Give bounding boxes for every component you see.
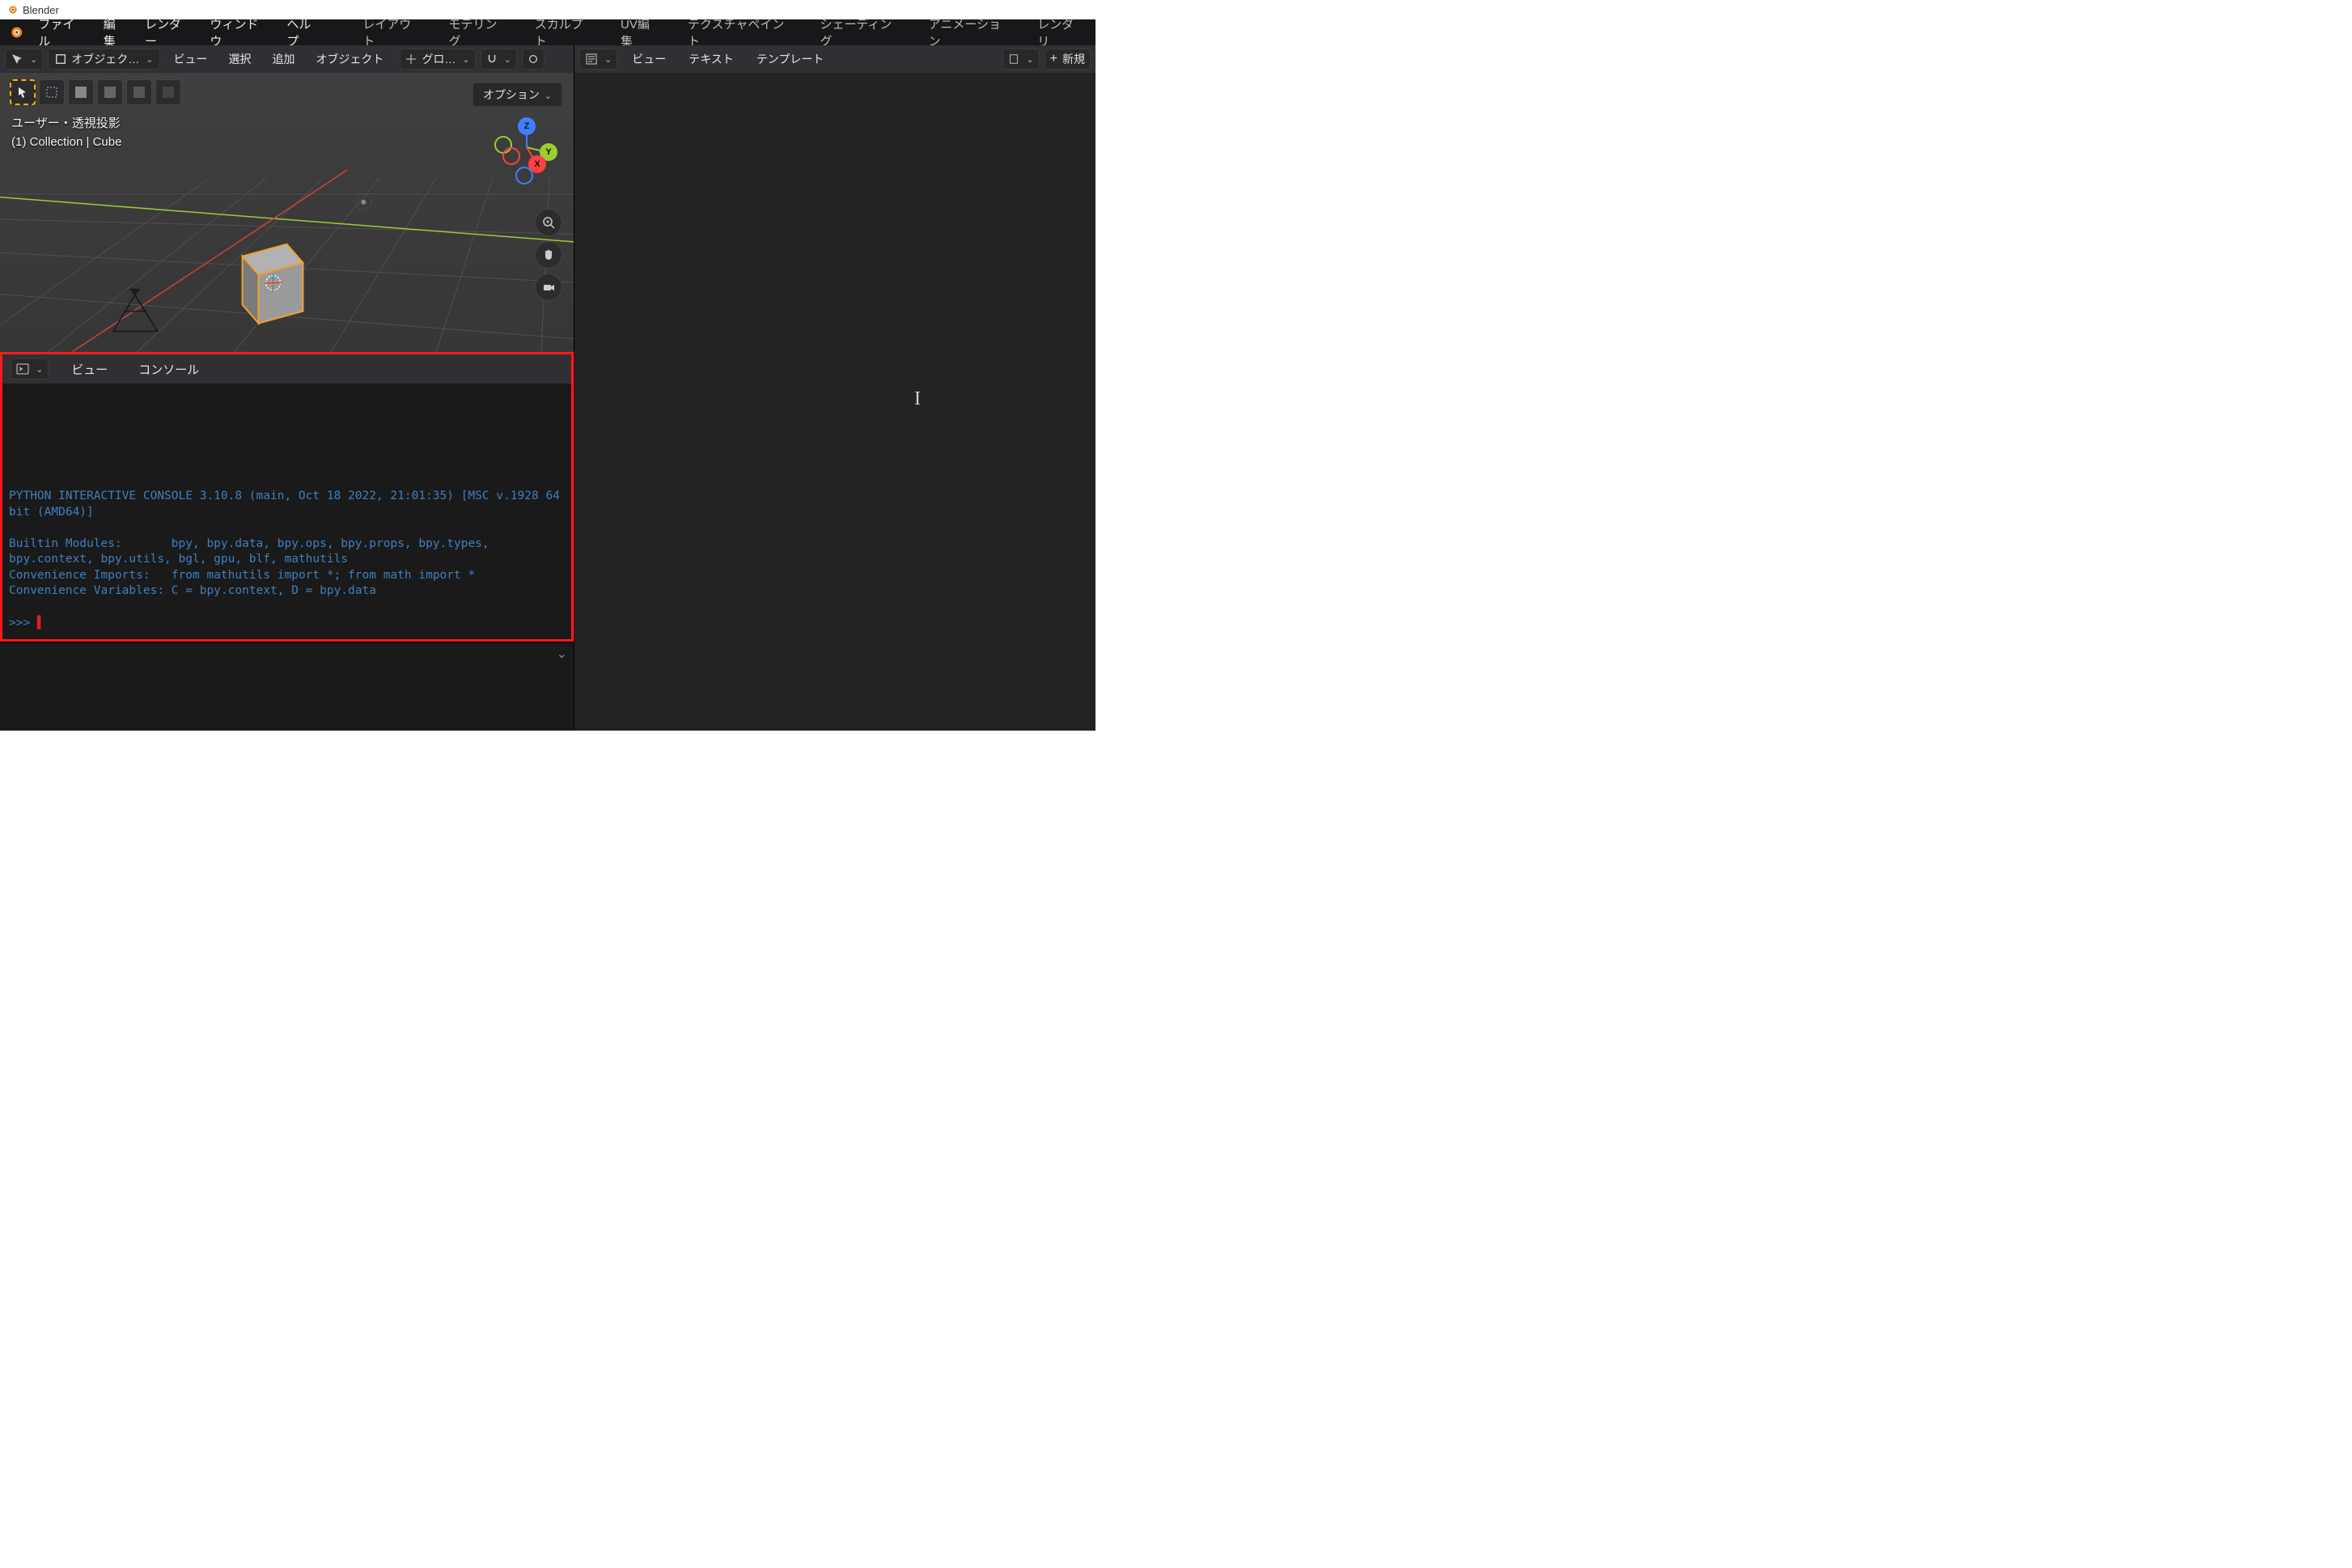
magnify-plus-icon (542, 216, 555, 229)
hand-icon (542, 248, 555, 261)
console-vars-label: Convenience Variables: (9, 584, 164, 597)
texted-menu-text[interactable]: テキスト (680, 49, 742, 70)
viewport-header: オブジェク… ビュー 選択 追加 オブジェクト グロ… (0, 45, 574, 73)
tool-select-mode-strip (10, 79, 181, 105)
overlay-line2: (1) Collection | Cube (11, 133, 121, 152)
console-banner: PYTHON INTERACTIVE CONSOLE 3.10.8 (main,… (9, 489, 567, 519)
axis-neg-z[interactable] (515, 167, 533, 184)
axis-z[interactable]: Z (518, 117, 536, 135)
mode-label: オブジェク… (71, 51, 139, 67)
zoom-button[interactable] (535, 209, 562, 236)
tool-select-intersect[interactable] (97, 79, 123, 105)
blender-logo-icon (5, 3, 18, 16)
tool-select-subtract[interactable] (68, 79, 94, 105)
terminal-icon (16, 362, 29, 375)
viewport-menu-add[interactable]: 追加 (264, 49, 303, 70)
tool-select-box[interactable] (10, 79, 36, 105)
tool-select-extend[interactable] (39, 79, 65, 105)
console-vars: C = bpy.context, D = bpy.data (172, 584, 376, 597)
transform-orientation[interactable]: グロ… (400, 49, 475, 70)
camera-icon (542, 281, 555, 294)
text-datablock-icon (1008, 53, 1019, 65)
pan-button[interactable] (535, 241, 562, 269)
blender-logo-icon (5, 23, 23, 42)
texted-menu-templates[interactable]: テンプレート (748, 49, 833, 70)
text-editor-body[interactable]: I (574, 73, 1095, 731)
console-imports-label: Convenience Imports: (9, 569, 150, 582)
cursor3d-icon (11, 53, 23, 66)
texted-new-button[interactable]: + 新規 (1045, 49, 1091, 70)
text-icon (585, 53, 598, 66)
console-header: ビュー コンソール (2, 354, 571, 384)
console-menu-view[interactable]: ビュー (63, 358, 116, 380)
texted-editor-type-selector[interactable] (579, 49, 617, 70)
console-modules-label: Builtin Modules: (9, 537, 122, 550)
select-box-icon (45, 86, 58, 99)
viewport-menu-object[interactable]: オブジェクト (307, 49, 392, 70)
orientation-label: グロ… (422, 51, 456, 67)
camera-view-button[interactable] (535, 273, 562, 301)
cube-object (243, 244, 303, 324)
console-cursor: ▌ (37, 617, 44, 629)
text-cursor-ibeam-icon: I (914, 388, 921, 410)
cursor-icon (16, 86, 29, 99)
viewport-menu-select[interactable]: 選択 (220, 49, 259, 70)
magnet-icon (486, 53, 498, 65)
texted-datablock-selector[interactable] (1002, 49, 1039, 70)
viewport-options-button[interactable]: オプション (473, 83, 562, 107)
bottom-panel: ⌄ (0, 642, 574, 731)
python-console-highlighted: ビュー コンソール PYTHON INTERACTIVE CONSOLE 3.1… (0, 352, 574, 642)
nav-gizmo[interactable]: Z Y X (494, 115, 559, 180)
console-output[interactable]: PYTHON INTERACTIVE CONSOLE 3.10.8 (main,… (2, 384, 571, 639)
axis-neg-x[interactable] (502, 147, 520, 165)
panel-collapse-chevron-icon[interactable]: ⌄ (557, 646, 567, 662)
editor-type-selector[interactable] (5, 49, 43, 70)
text-editor-header: ビュー テキスト テンプレート + 新規 (574, 45, 1095, 73)
main-menubar: ファイル 編集 レンダー ウィンドウ ヘルプ レイアウト モデリング スカルプト… (0, 19, 1095, 45)
tool-select-invert[interactable] (126, 79, 152, 105)
console-prompt: >>> (9, 617, 37, 629)
options-label: オプション (483, 88, 540, 101)
tool-select-more[interactable] (155, 79, 181, 105)
texted-menu-view[interactable]: ビュー (624, 49, 674, 70)
object-mode-icon (55, 53, 66, 65)
plus-icon: + (1050, 52, 1057, 66)
new-label: 新規 (1062, 51, 1085, 67)
proportional-edit-toggle[interactable] (522, 49, 545, 70)
viewport-overlay-text: ユーザー・透視投影 (1) Collection | Cube (11, 115, 121, 151)
console-editor-type-selector[interactable] (11, 358, 49, 379)
console-menu-console[interactable]: コンソール (130, 358, 207, 380)
snap-toggle[interactable] (481, 49, 517, 70)
3d-viewport[interactable]: オプション ユーザー・透視投影 (1) Collection | Cube Z … (0, 73, 574, 352)
orientation-icon (405, 53, 417, 65)
console-imports: from mathutils import *; from math impor… (172, 569, 475, 582)
viewport-menu-view[interactable]: ビュー (165, 49, 215, 70)
mode-selector[interactable]: オブジェク… (48, 49, 160, 70)
overlay-line1: ユーザー・透視投影 (11, 115, 121, 133)
circle-icon (528, 53, 539, 65)
